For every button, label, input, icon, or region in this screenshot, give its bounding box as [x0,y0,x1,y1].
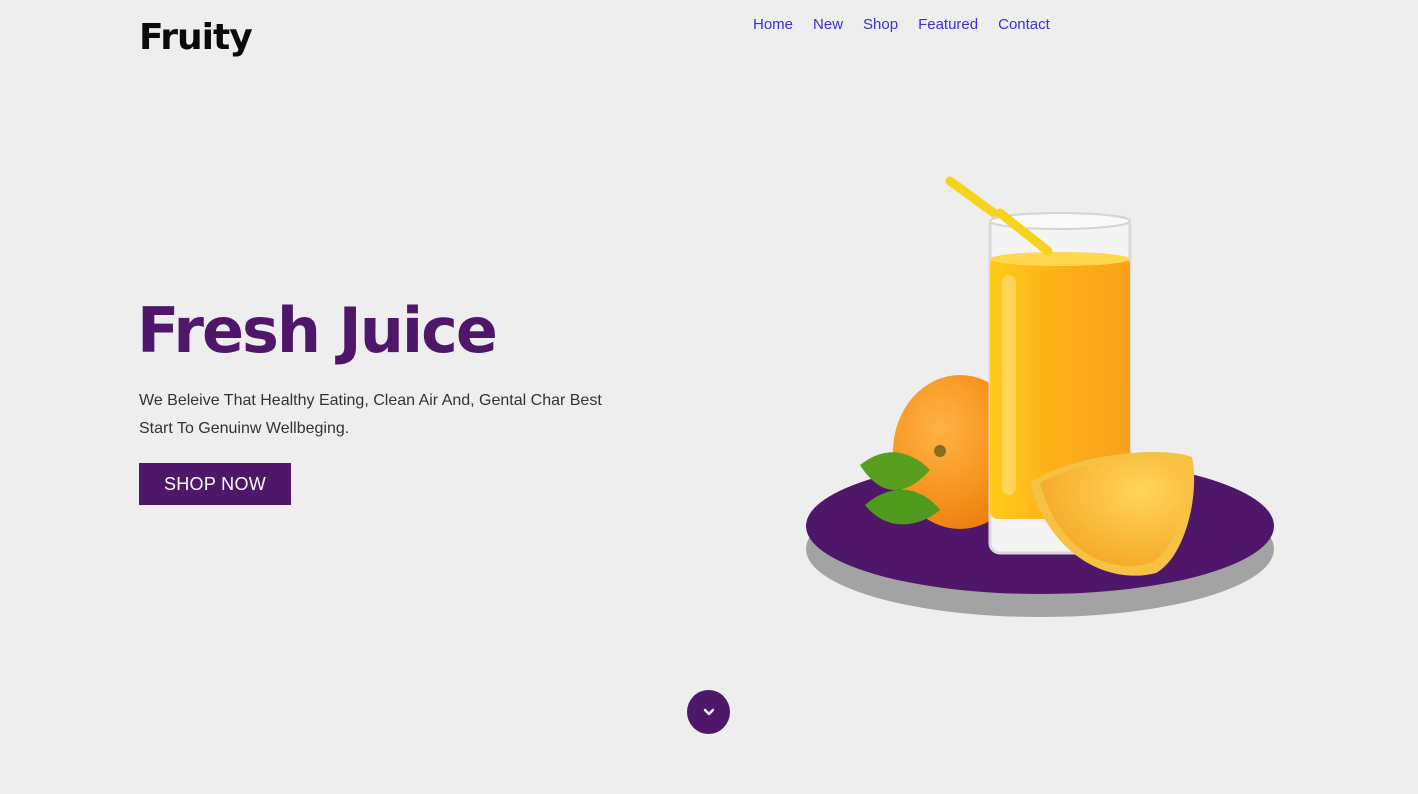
shop-now-button[interactable]: SHOP NOW [139,463,291,505]
hero-title: Fresh Juice [137,294,498,367]
scroll-down-button[interactable] [687,690,730,734]
nav-home-link[interactable]: Home [753,14,793,36]
logo[interactable]: Fruity [139,14,253,62]
main-nav: Home New Shop Featured Contact [753,14,1070,36]
nav-new-link[interactable]: New [813,14,843,36]
nav-shop-link[interactable]: Shop [863,14,898,36]
nav-contact-link[interactable]: Contact [998,14,1050,36]
juice-illustration [806,176,1274,617]
hero-description: We Beleive That Healthy Eating, Clean Ai… [139,392,602,437]
nav-featured-link[interactable]: Featured [918,14,978,36]
chevron-down-icon [703,708,714,716]
